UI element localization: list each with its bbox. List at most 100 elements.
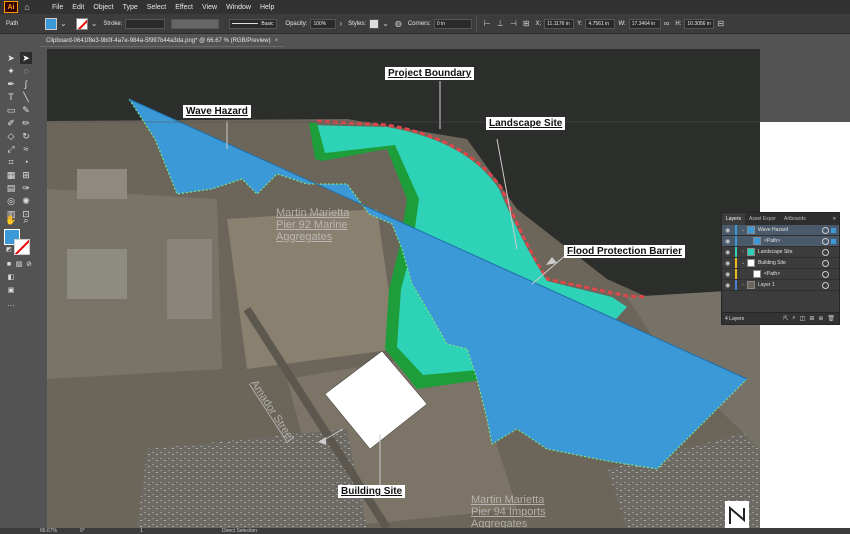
menu-effect[interactable]: Effect	[175, 4, 193, 11]
line-tool-icon[interactable]: ╲	[20, 91, 32, 103]
blend-tool-icon[interactable]: ◎	[5, 195, 17, 207]
menu-file[interactable]: File	[52, 4, 63, 11]
visibility-eye-icon[interactable]: ◉	[725, 271, 735, 278]
selection-indicator[interactable]	[831, 261, 836, 266]
transform-options-icon[interactable]: ⊟	[717, 19, 724, 28]
target-circle-icon[interactable]	[822, 226, 829, 234]
visibility-eye-icon[interactable]: ◉	[725, 282, 735, 289]
shaper-tool-icon[interactable]: ✐	[5, 117, 17, 129]
selection-indicator[interactable]	[831, 283, 836, 288]
layer-name[interactable]: Landscape Site	[758, 249, 822, 255]
layer-row-wave-hazard[interactable]: ◉ ⌄ Wave Hazard	[722, 225, 839, 236]
target-circle-icon[interactable]	[822, 259, 829, 267]
align-right-icon[interactable]: ⊣	[510, 19, 517, 28]
magic-wand-icon[interactable]: ✦	[5, 65, 17, 77]
expand-chevron-icon[interactable]: ⌄	[739, 260, 747, 266]
align-center-icon[interactable]: ⊥	[497, 19, 504, 28]
stroke-swatch[interactable]	[75, 17, 88, 30]
default-colors-icon[interactable]: ◩	[3, 244, 15, 256]
gradient-tool-icon[interactable]: ▤	[5, 182, 17, 194]
type-tool-icon[interactable]: T	[5, 91, 17, 103]
zoom-tool-icon[interactable]: ⌕	[20, 214, 32, 226]
perspective-grid-tool-icon[interactable]: ▦	[5, 169, 17, 181]
width-tool-icon[interactable]: ≈	[20, 143, 32, 155]
layer-row-path[interactable]: ◉ <Path>	[722, 269, 839, 280]
tab-asset-export[interactable]: Asset Expor	[745, 213, 780, 225]
layer-name[interactable]: <Path>	[764, 238, 822, 244]
layer-name[interactable]: Layer 1	[758, 282, 822, 288]
fill-swatch[interactable]	[45, 17, 57, 30]
shape-builder-tool-icon[interactable]: ◔	[20, 156, 32, 168]
eraser-tool-icon[interactable]: ◇	[5, 130, 17, 142]
constrain-link-icon[interactable]: ∞	[664, 19, 670, 28]
layer-name[interactable]: <Path>	[764, 271, 822, 277]
menu-window[interactable]: Window	[226, 4, 251, 11]
w-field[interactable]: 17.3464 in	[628, 18, 661, 29]
menu-edit[interactable]: Edit	[72, 4, 84, 11]
menu-help[interactable]: Help	[260, 4, 274, 11]
variable-width-field[interactable]	[171, 18, 220, 29]
label-wave-hazard[interactable]: Wave Hazard	[183, 105, 251, 118]
expand-chevron-icon[interactable]: ⌄	[739, 227, 747, 233]
document-tab[interactable]: Clipboard-0641f8e3-9b0f-4a7e-984a-5f997b…	[40, 35, 285, 47]
layer-row-building-site[interactable]: ◉ ⌄ Building Site	[722, 258, 839, 269]
menu-select[interactable]: Select	[147, 4, 166, 11]
layer-name[interactable]: Wave Hazard	[758, 227, 822, 233]
new-sublayer-icon[interactable]: ⊞	[809, 315, 814, 322]
menu-object[interactable]: Object	[93, 4, 113, 11]
layer-row-layer-1[interactable]: ◉ › Layer 1	[722, 280, 839, 291]
visibility-eye-icon[interactable]: ◉	[725, 227, 735, 234]
label-project-boundary[interactable]: Project Boundary	[385, 67, 475, 80]
app-logo[interactable]: Ai	[4, 1, 18, 13]
free-transform-tool-icon[interactable]: ⌗	[5, 156, 17, 168]
rectangle-tool-icon[interactable]: ▭	[5, 104, 17, 116]
panel-menu-icon[interactable]: »	[833, 216, 836, 222]
h-field[interactable]: 10.3056 in	[684, 18, 715, 29]
layer-row-path[interactable]: ◉ <Path>	[722, 236, 839, 247]
mesh-tool-icon[interactable]: ⊞	[20, 169, 32, 181]
selection-indicator[interactable]	[831, 272, 836, 277]
target-circle-icon[interactable]	[822, 270, 829, 278]
stroke-weight-field[interactable]	[125, 18, 166, 29]
selection-tool-icon[interactable]: ➤	[5, 52, 17, 64]
brush-definition-field[interactable]: Basic	[229, 18, 278, 29]
delete-layer-icon[interactable]: 🗑	[827, 315, 835, 322]
new-layer-icon[interactable]: ⊕	[818, 315, 823, 322]
edit-toolbar-icon[interactable]: ···	[5, 300, 17, 312]
stroke-color-box[interactable]	[14, 239, 30, 255]
visibility-eye-icon[interactable]: ◉	[725, 249, 735, 256]
target-circle-icon[interactable]	[822, 237, 829, 245]
scale-tool-icon[interactable]: ⤢	[5, 143, 17, 155]
label-building-site[interactable]: Building Site	[338, 485, 406, 498]
direct-selection-tool-icon[interactable]: ➤	[20, 52, 32, 64]
export-icon[interactable]: ⇱	[783, 315, 788, 322]
eyedropper-tool-icon[interactable]: ✑	[20, 182, 32, 194]
label-flood-barrier[interactable]: Flood Protection Barrier	[564, 245, 686, 258]
paintbrush-tool-icon[interactable]: ✎	[20, 104, 32, 116]
styles-dropdown-icon[interactable]: ⌄	[382, 19, 389, 28]
selection-indicator[interactable]	[831, 238, 836, 244]
rotation-value[interactable]: 0°	[80, 528, 85, 534]
visibility-eye-icon[interactable]: ◉	[725, 260, 735, 267]
map-artwork[interactable]	[47, 49, 760, 528]
fill-dropdown-icon[interactable]: ⌄	[60, 19, 67, 28]
screen-mode-icon[interactable]: ▣	[5, 285, 17, 297]
expand-chevron-icon[interactable]: ›	[739, 249, 747, 255]
layer-row-landscape-site[interactable]: ◉ › Landscape Site	[722, 247, 839, 258]
recolor-artwork-icon[interactable]: ◍	[395, 19, 402, 28]
symbol-sprayer-tool-icon[interactable]: ✺	[20, 195, 32, 207]
close-icon[interactable]: ×	[275, 38, 279, 44]
x-field[interactable]: 11.1176 in	[544, 18, 575, 29]
tab-artboards[interactable]: Artboards	[780, 213, 810, 225]
pencil-tool-icon[interactable]: ✏	[20, 117, 32, 129]
layer-name[interactable]: Building Site	[758, 260, 822, 266]
styles-swatch[interactable]	[369, 18, 380, 29]
visibility-eye-icon[interactable]: ◉	[725, 238, 735, 245]
opacity-chevron-icon[interactable]: ›	[339, 19, 342, 28]
drawing-mode-icon[interactable]: ◧	[5, 272, 17, 284]
pen-tool-icon[interactable]: ✒	[5, 78, 17, 90]
selection-indicator[interactable]	[831, 227, 836, 233]
align-left-icon[interactable]: ⊢	[484, 19, 491, 28]
stroke-dropdown-icon[interactable]: ⌄	[91, 19, 98, 28]
opacity-field[interactable]: 100%	[310, 18, 337, 29]
